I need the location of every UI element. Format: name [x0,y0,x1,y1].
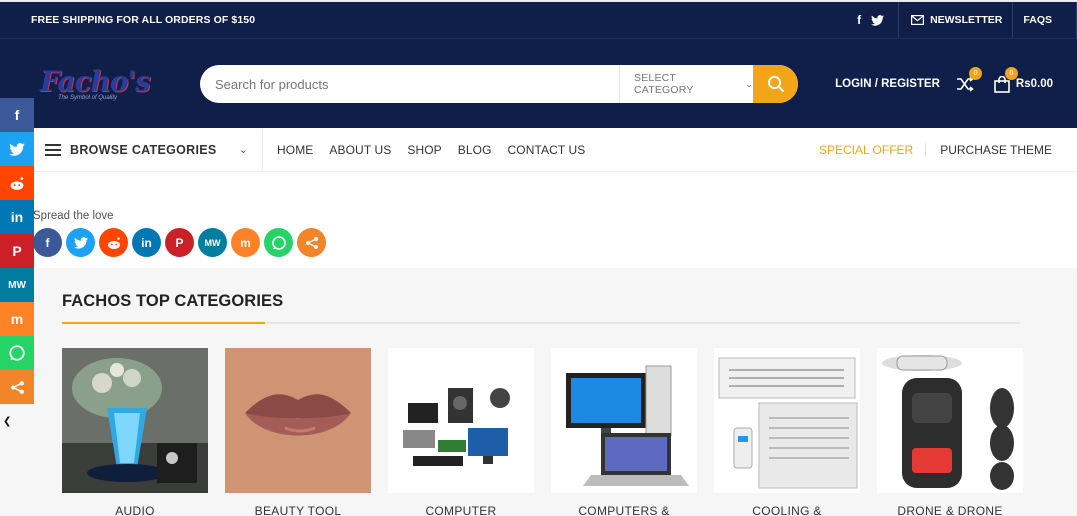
twitter-icon[interactable] [0,132,34,166]
compare-button[interactable]: 0 [956,67,982,92]
nav-item-shop[interactable]: SHOP [399,143,449,157]
envelope-icon [911,15,925,25]
category-name: COOLING & [752,504,822,516]
reddit-icon[interactable] [99,228,128,257]
facebook-icon[interactable]: f [0,98,34,132]
collapse-share-bar-icon[interactable]: ❮ [3,416,11,427]
category-computer[interactable]: COMPUTER [388,348,534,516]
hamburger-icon [45,143,61,156]
nav-right: SPECIAL OFFER PURCHASE THEME [819,128,1052,171]
linkedin-icon[interactable]: in [132,228,161,257]
chevron-down-icon: ⌄ [745,78,753,89]
header-actions: LOGIN / REGISTER 0 0 Rs0.00 [835,65,1053,103]
share-icon[interactable] [297,228,326,257]
chevron-down-icon: ⌄ [238,144,248,156]
whatsapp-icon[interactable] [0,336,34,370]
category-grid: AUDIO BEAUTY TOOL COMPUTER COMPUTERS & C… [62,348,1023,516]
nav-item-home[interactable]: HOME [269,143,321,157]
site-logo[interactable]: Facho's The Symbol of Quality [40,65,170,105]
category-image [225,348,371,493]
category-image [714,348,860,493]
floating-share-bar: f in P MW m [0,98,34,404]
twitter-icon[interactable] [871,14,885,26]
cart-count-badge: 0 [1004,66,1018,80]
mewe-icon[interactable]: MW [0,268,34,302]
mix-icon[interactable]: m [0,302,34,336]
linkedin-icon[interactable]: in [0,200,34,234]
newsletter-label: NEWSLETTER [930,14,1003,26]
category-audio[interactable]: AUDIO [62,348,208,516]
share-icon[interactable] [0,370,34,404]
category-computers[interactable]: COMPUTERS & [551,348,697,516]
title-underline [62,322,1020,324]
browse-categories-label: BROWSE CATEGORIES [70,142,217,157]
facebook-icon[interactable]: f [857,13,861,27]
top-bar-right: f NEWSLETTER FAQS [857,2,1077,38]
main-header: Facho's The Symbol of Quality SELECT CAT… [0,38,1077,128]
newsletter-link[interactable]: NEWSLETTER [899,2,1014,38]
nav-item-blog[interactable]: BLOG [450,143,500,157]
search-input[interactable] [200,65,619,103]
category-image [551,348,697,493]
top-bar: FREE SHIPPING FOR ALL ORDERS OF $150 f N… [0,0,1077,38]
main-nav: BROWSE CATEGORIES ⌄ HOME ABOUT US SHOP B… [0,128,1077,172]
category-name: BEAUTY TOOL [254,504,342,516]
compare-count-badge: 0 [968,67,982,80]
category-cooling[interactable]: COOLING & [714,348,860,516]
category-image [388,348,534,493]
logo-tagline: The Symbol of Quality [58,95,118,101]
category-beauty-tool[interactable]: BEAUTY TOOL [225,348,371,516]
faqs-link[interactable]: FAQS [1013,2,1077,38]
category-select-label: SELECT CATEGORY [634,72,694,96]
shipping-notice: FREE SHIPPING FOR ALL ORDERS OF $150 [31,14,256,26]
nav-item-about-us[interactable]: ABOUT US [321,143,399,157]
browse-categories-toggle[interactable]: BROWSE CATEGORIES ⌄ [45,128,263,171]
reddit-icon[interactable] [0,166,34,200]
search-bar: SELECT CATEGORY ⌄ [200,65,798,103]
category-select[interactable]: SELECT CATEGORY ⌄ [619,65,753,103]
twitter-icon[interactable] [66,228,95,257]
top-social: f [857,2,900,38]
pinterest-icon[interactable]: P [165,228,194,257]
mewe-icon[interactable]: MW [198,228,227,257]
whatsapp-icon[interactable] [264,228,293,257]
cart-button[interactable]: 0 Rs0.00 [994,66,1053,93]
search-icon [767,75,784,92]
category-name: COMPUTER [425,504,497,516]
category-name: AUDIO [115,504,155,516]
purchase-theme-link[interactable]: PURCHASE THEME [926,143,1052,157]
top-categories-title: FACHOS TOP CATEGORIES [62,292,284,310]
category-name: DRONE & DRONE [897,504,1003,516]
category-image [62,348,208,493]
pinterest-icon[interactable]: P [0,234,34,268]
nav-menu: HOME ABOUT US SHOP BLOG CONTACT US [269,143,593,157]
special-offer-link[interactable]: SPECIAL OFFER [819,142,927,157]
cart-amount: Rs0.00 [1015,78,1053,90]
cart-icon-wrap: 0 [994,66,1018,93]
top-categories-section: FACHOS TOP CATEGORIES AUDIO BEAUTY TOOL … [0,268,1077,516]
search-button[interactable] [753,65,798,103]
facebook-icon[interactable]: f [33,228,62,257]
category-drone[interactable]: DRONE & DRONE [877,348,1023,516]
mix-icon[interactable]: m [231,228,260,257]
login-register-link[interactable]: LOGIN / REGISTER [835,78,940,90]
share-buttons: f in P MW m [33,228,326,257]
category-image [877,348,1023,493]
logo-text: Facho's [40,65,151,98]
spread-the-love-label: Spread the love [33,210,114,222]
nav-item-contact-us[interactable]: CONTACT US [500,143,594,157]
category-name: COMPUTERS & [578,504,670,516]
